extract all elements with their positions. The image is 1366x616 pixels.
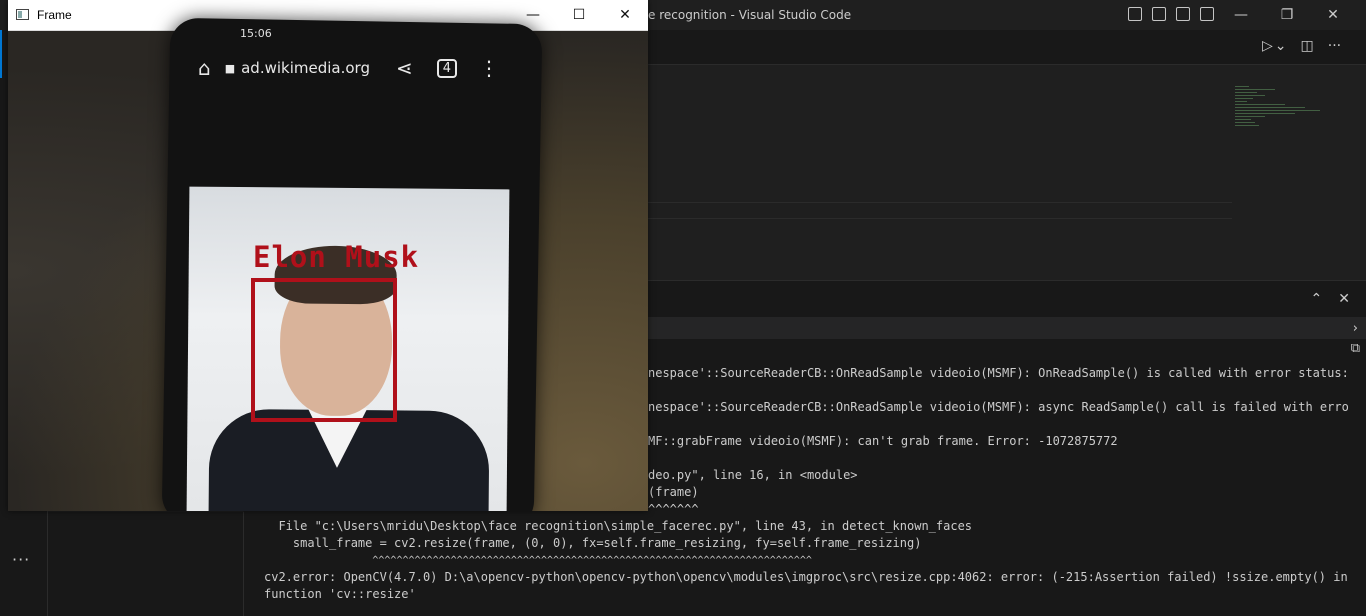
opencv-frame-window[interactable]: Frame — ☐ ✕ 15:06 ⌂ ■ ad.wikimedia.org ⋖…: [8, 0, 648, 511]
toggle-secondary-sidebar-icon[interactable]: [1176, 7, 1190, 21]
terminal-line: cv2.error: OpenCV(4.7.0) D:\a\opencv-pyt…: [264, 570, 1348, 584]
run-icon[interactable]: ▷: [1262, 38, 1273, 54]
frame-title: Frame: [37, 8, 72, 22]
terminal-list-icon[interactable]: ⧉: [1351, 339, 1360, 359]
terminal-line: deo.py", line 16, in <module>: [648, 468, 858, 482]
terminal-line: ^^^^^^^: [648, 502, 699, 516]
terminal-line: function 'cv::resize': [264, 587, 416, 601]
minimize-button[interactable]: —: [1218, 4, 1264, 26]
phone-status-time: 15:06: [240, 27, 272, 40]
terminal-line: (frame): [648, 485, 699, 499]
vscode-window-controls: — ❐ ✕: [1218, 4, 1356, 26]
terminal-line: File "c:\Users\mridu\Desktop\face recogn…: [264, 519, 973, 533]
editor-separator: [648, 218, 1232, 219]
minimap[interactable]: [1235, 86, 1335, 156]
more-icon[interactable]: ···: [12, 550, 30, 569]
toggle-panel-icon[interactable]: [1152, 7, 1166, 21]
editor-tab-strip: [648, 30, 1366, 65]
more-actions-icon[interactable]: ···: [1328, 38, 1341, 54]
frame-maximize-button[interactable]: ☐: [556, 0, 602, 30]
terminal-line: nespace'::SourceReaderCB::OnReadSample v…: [648, 366, 1349, 380]
vscode-window-title: e recognition - Visual Studio Code: [648, 8, 852, 22]
face-detection-label: Elon Musk: [253, 240, 420, 274]
split-editor-icon[interactable]: ◫: [1301, 38, 1314, 54]
customize-layout-icon[interactable]: [1200, 7, 1214, 21]
share-icon: ⋖: [395, 56, 413, 80]
phone-url: ad.wikimedia.org: [241, 59, 370, 77]
run-dropdown-icon[interactable]: ⌄: [1275, 38, 1287, 54]
frame-window-controls: — ☐ ✕: [510, 0, 648, 30]
frame-close-button[interactable]: ✕: [602, 0, 648, 30]
lock-icon: ■: [224, 61, 236, 75]
phone-browser-bar: ⌂ ■ ad.wikimedia.org ⋖ 4 ⋮: [198, 52, 518, 84]
sidebar-lower: [48, 512, 244, 616]
chevron-right-icon[interactable]: ›: [1351, 319, 1360, 339]
maximize-panel-icon[interactable]: ⌃: [1311, 291, 1323, 307]
home-icon: ⌂: [198, 56, 211, 80]
active-view-indicator: [0, 30, 2, 78]
terminal-line: ^^^^^^^^^^^^^^^^^^^^^^^^^^^^^^^^^^^^^^^^…: [264, 555, 812, 566]
layout-controls: [1128, 7, 1214, 21]
terminal-line: small_frame = cv2.resize(frame, (0, 0), …: [264, 536, 922, 550]
camera-frame: 15:06 ⌂ ■ ad.wikimedia.org ⋖ 4 ⋮ Elon Mu…: [8, 17, 648, 511]
terminal-line: MF::grabFrame videoio(MSMF): can't grab …: [648, 434, 1118, 448]
tab-count-badge: 4: [436, 58, 458, 78]
panel-actions: ⌃ ✕: [1311, 291, 1350, 307]
app-window-icon: [16, 9, 29, 20]
editor-actions: ▷ ⌄ ◫ ···: [1262, 38, 1341, 54]
menu-icon: ⋮: [479, 56, 500, 80]
face-detection-box: [251, 278, 397, 422]
terminal-side-icons: › ⧉: [1351, 319, 1360, 359]
close-panel-icon[interactable]: ✕: [1338, 291, 1350, 307]
terminal-line: nespace'::SourceReaderCB::OnReadSample v…: [648, 400, 1349, 414]
restore-button[interactable]: ❐: [1264, 4, 1310, 26]
toggle-primary-sidebar-icon[interactable]: [1128, 7, 1142, 21]
close-button[interactable]: ✕: [1310, 4, 1356, 26]
editor-separator: [648, 202, 1232, 203]
